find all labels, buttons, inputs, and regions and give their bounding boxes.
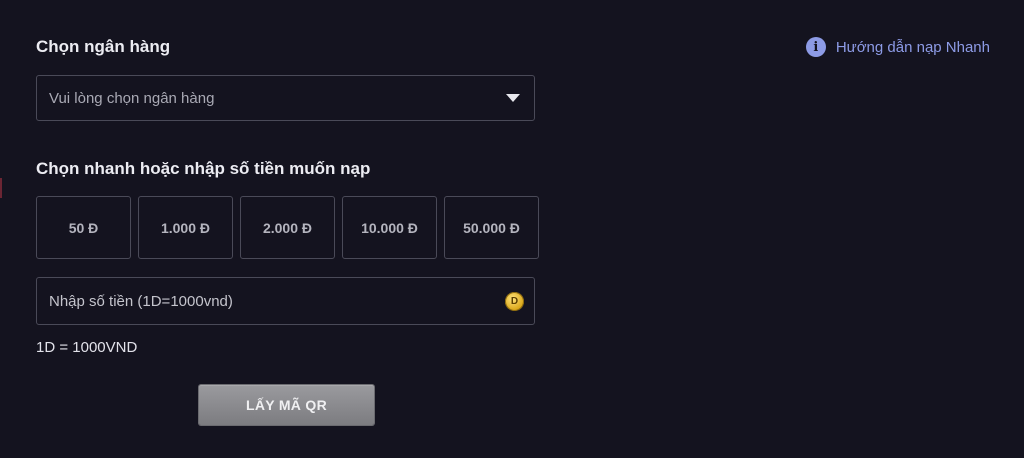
chevron-down-icon [506, 94, 520, 102]
amount-section-title: Chọn nhanh hoặc nhập số tiền muốn nạp [36, 159, 371, 178]
bank-select-placeholder: Vui lòng chọn ngân hàng [49, 89, 215, 107]
bank-section-title: Chọn ngân hàng [36, 37, 171, 56]
bank-select[interactable]: Vui lòng chọn ngân hàng [36, 75, 535, 121]
amount-input[interactable]: Nhập số tiền (1D=1000vnd) D [36, 277, 535, 325]
amount-option-50000[interactable]: 50.000 Đ [444, 196, 539, 259]
help-link[interactable]: i Hướng dẫn nạp Nhanh [805, 37, 990, 57]
exchange-rate-note: 1D = 1000VND [36, 339, 138, 356]
help-link-label: Hướng dẫn nạp Nhanh [835, 38, 990, 56]
amount-option-2000[interactable]: 2.000 Đ [240, 196, 335, 259]
info-icon: i [805, 37, 826, 57]
amount-option-50[interactable]: 50 Đ [36, 196, 131, 259]
get-qr-button[interactable]: LẤY MÃ QR [199, 385, 374, 425]
edge-accent [0, 178, 2, 198]
amount-option-10000[interactable]: 10.000 Đ [342, 196, 437, 259]
amount-option-1000[interactable]: 1.000 Đ [138, 196, 233, 259]
quick-amount-options: 50 Đ 1.000 Đ 2.000 Đ 10.000 Đ 50.000 Đ [36, 196, 539, 259]
deposit-panel: Chọn ngân hàng i Hướng dẫn nạp Nhanh Vui… [0, 0, 1024, 458]
amount-input-placeholder: Nhập số tiền (1D=1000vnd) [49, 292, 233, 310]
coin-icon: D [505, 291, 524, 311]
